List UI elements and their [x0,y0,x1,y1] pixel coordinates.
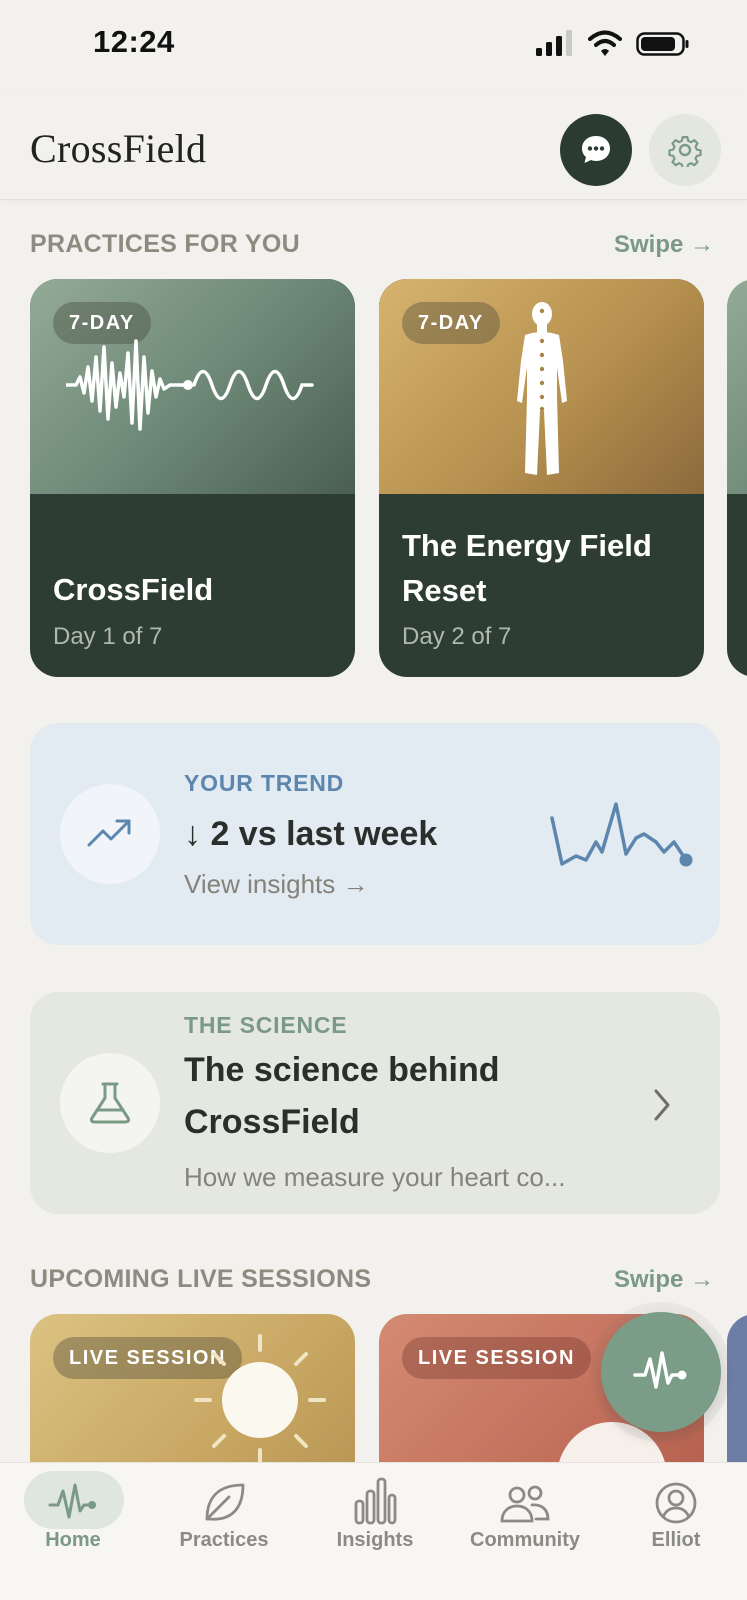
practice-card-progress: Day 1 of 7 [53,623,163,650]
live-session-badge: LIVE SESSION [402,1337,591,1379]
tab-label: Elliot [651,1529,701,1551]
tab-home[interactable]: Home [8,1463,138,1563]
settings-button[interactable] [649,114,721,186]
status-bar: 12:24 [0,0,747,90]
trend-icon-circle [60,784,160,884]
practice-card-image: 7-DAY [30,279,355,494]
tab-profile-elliot[interactable]: Elliot [611,1463,741,1563]
tab-community[interactable]: Community [460,1463,590,1563]
waveform-icon [66,339,314,431]
view-insights-link[interactable]: View insights → [184,869,369,900]
tab-insights[interactable]: Insights [310,1463,440,1563]
human-body-icon [517,302,567,475]
live-sessions-swipe-link[interactable]: Swipe → [614,1266,714,1294]
tab-label: Home [45,1529,101,1551]
chat-button[interactable] [560,114,632,186]
tab-label: Insights [336,1529,414,1551]
tab-practices[interactable]: Practices [159,1463,289,1563]
trend-card[interactable]: YOUR TREND ↓ 2 vs last week View insight… [30,723,720,945]
live-session-card[interactable]: LIVE SESSION [30,1314,355,1484]
practices-section-title: PRACTICES FOR YOU [30,230,300,258]
science-icon-circle [60,1053,160,1153]
practices-swipe-link[interactable]: Swipe → [614,231,714,259]
practice-badge: 7-DAY [402,302,500,344]
practice-card-peek[interactable] [727,279,747,677]
wifi-icon [588,30,622,56]
trend-headline: ↓ 2 vs last week [184,815,438,853]
practice-card-crossfield[interactable]: 7-DAY CrossField Day 1 of 7 [30,279,355,677]
science-eyebrow: THE SCIENCE [184,1012,348,1038]
sun-icon [194,1334,326,1466]
cellular-signal-icon [536,30,572,56]
science-card[interactable]: THE SCIENCE The science behind CrossFiel… [30,992,720,1214]
practice-card-title: CrossField [53,572,214,607]
battery-icon [636,32,689,56]
pulse-icon [633,1351,687,1389]
pulse-icon [48,1483,96,1519]
status-time: 12:24 [93,24,175,59]
leaf-icon [205,1483,245,1521]
live-sessions-section-title: UPCOMING LIVE SESSIONS [30,1265,372,1293]
chevron-right-icon [654,1089,670,1121]
app-header: CrossField [0,90,747,200]
bottom-tab-bar: Home Practices Insights Community Elliot [0,1462,747,1600]
practice-card-progress: Day 2 of 7 [402,623,512,650]
bar-chart-icon [354,1477,397,1525]
app-logo: CrossField [30,126,207,171]
profile-icon [655,1482,697,1524]
trend-eyebrow: YOUR TREND [184,770,345,796]
tab-label: Practices [179,1529,269,1551]
practice-card-energy-field-reset[interactable]: 7-DAY The Energy Field Reset Day 2 of 7 [379,279,704,677]
live-session-card-peek[interactable] [727,1314,747,1484]
tab-label: Community [470,1529,580,1551]
gear-icon [668,136,702,167]
status-icons [536,30,690,58]
trending-up-icon [87,819,131,847]
chat-bubble-icon [582,136,610,163]
practice-card-image: 7-DAY [379,279,704,494]
flask-icon [89,1082,131,1124]
trend-sparkline [550,802,693,867]
people-icon [500,1485,550,1523]
science-description: How we measure your heart co... [184,1162,566,1192]
heart-check-fab[interactable] [601,1312,721,1432]
science-headline: The science behind CrossField [184,1051,500,1141]
practice-card-title: The Energy Field Reset [402,528,652,608]
